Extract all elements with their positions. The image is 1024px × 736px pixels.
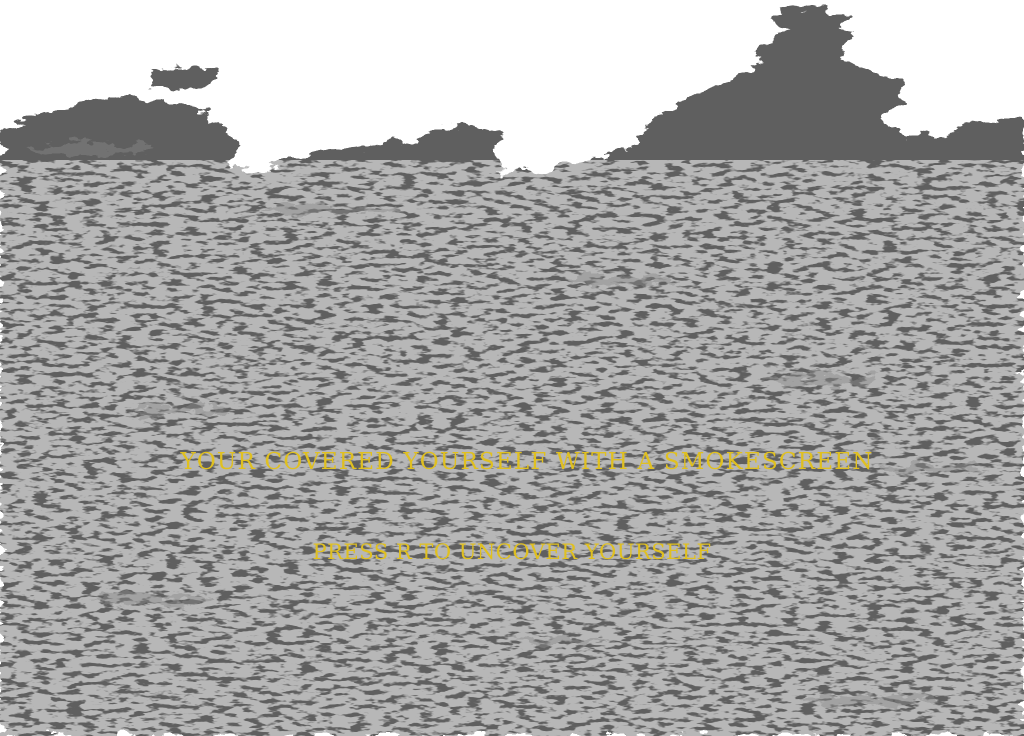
smokescreen-overlay (0, 8, 1024, 736)
smoke-texture (0, 160, 1024, 736)
uncover-instruction: PRESS R TO UNCOVER YOURSELF (312, 540, 712, 564)
game-screen[interactable]: YOUR COVERED YOURSELF WITH A SMOKESCREEN… (0, 0, 1024, 736)
smokescreen-status-message: YOUR COVERED YOURSELF WITH A SMOKESCREEN (180, 449, 874, 475)
